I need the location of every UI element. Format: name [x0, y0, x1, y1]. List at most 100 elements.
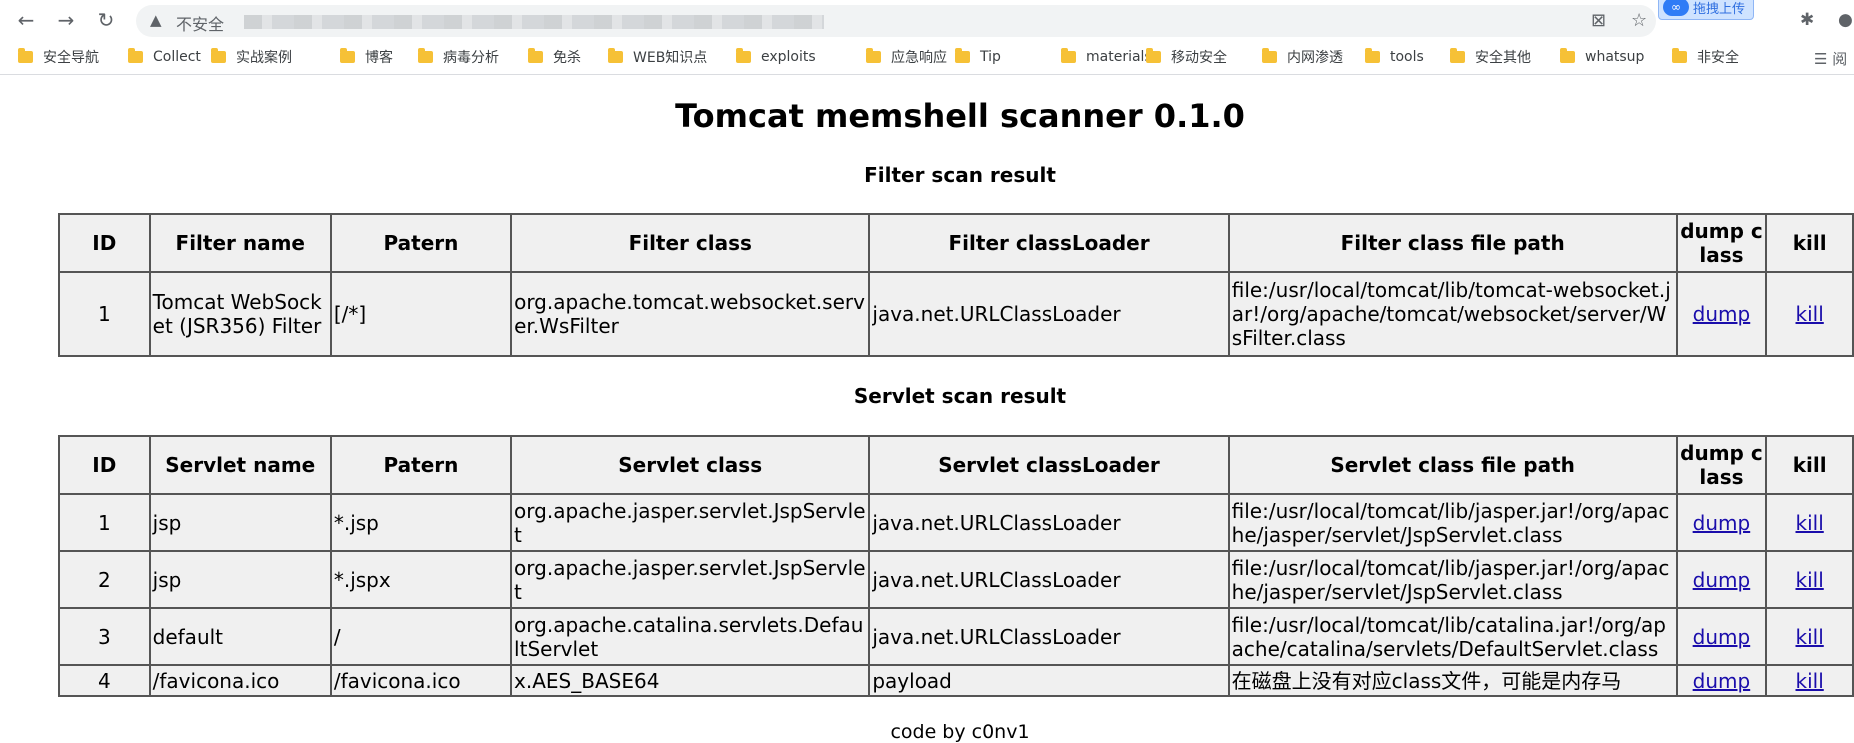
bookmark-item[interactable]: 实战案例 [211, 47, 292, 67]
cell-kill: kill [1765, 550, 1854, 609]
folder-icon [1061, 48, 1076, 63]
extensions-puzzle-icon[interactable]: ✱ [1800, 10, 1814, 30]
header-file-path: Servlet class file path [1227, 435, 1678, 495]
header-id: ID [58, 435, 151, 495]
cell-name: jsp [148, 550, 332, 609]
bookmark-label: Tip [980, 49, 1001, 65]
bookmark-item[interactable]: 病毒分析 [418, 47, 499, 67]
servlet-table: ID Servlet name Patern Servlet class Ser… [58, 435, 1854, 697]
bookmark-item[interactable]: 免杀 [528, 47, 581, 67]
back-icon[interactable]: ← [14, 8, 38, 32]
bookmark-item[interactable]: WEB知识点 [608, 47, 707, 67]
header-name: Servlet name [148, 435, 332, 495]
bookmark-label: 博客 [365, 50, 393, 66]
warning-icon: ▲ [150, 11, 162, 29]
dump-link[interactable]: dump [1693, 302, 1751, 326]
dump-link[interactable]: dump [1693, 669, 1751, 693]
table-header-row: ID Filter name Patern Filter class Filte… [58, 213, 1854, 273]
cell-class: org.apache.tomcat.websocket.server.WsFil… [510, 271, 871, 357]
table-row: 1 jsp *.jsp org.apache.jasper.servlet.JspSe… [58, 493, 1854, 552]
cell-pattern: /favicona.ico [329, 664, 513, 697]
header-kill: kill [1765, 435, 1854, 495]
dump-link[interactable]: dump [1693, 511, 1751, 535]
bookmark-item[interactable]: tools [1365, 47, 1424, 67]
cell-class: org.apache.catalina.servlets.DefaultServ… [510, 607, 871, 666]
folder-icon [736, 48, 751, 63]
cloud-icon: ∞ [1663, 0, 1689, 16]
cell-id: 2 [58, 550, 151, 609]
bookmark-star-icon[interactable]: ☆ [1631, 10, 1647, 31]
bookmark-label: exploits [761, 49, 816, 65]
cell-id: 3 [58, 607, 151, 666]
cell-classloader: java.net.URLClassLoader [868, 493, 1230, 552]
forward-icon[interactable]: → [54, 8, 78, 32]
folder-icon [211, 48, 226, 63]
cell-name: jsp [148, 493, 332, 552]
cell-file-path: file:/usr/local/tomcat/lib/jasper.jar!/o… [1227, 550, 1678, 609]
bookmark-item[interactable]: materials [1061, 47, 1152, 67]
header-pattern: Patern [329, 435, 513, 495]
bookmark-item[interactable]: 安全导航 [18, 47, 99, 67]
bookmark-item[interactable]: 安全其他 [1450, 47, 1531, 67]
cell-class: x.AES_BASE64 [510, 664, 871, 697]
page-title: Tomcat memshell scanner 0.1.0 [675, 97, 1245, 135]
bookmark-item[interactable]: exploits [736, 47, 816, 67]
bookmark-item[interactable]: 博客 [340, 47, 393, 67]
folder-icon [866, 48, 881, 63]
profile-icon[interactable]: ● [1838, 10, 1853, 30]
cell-dump: dump [1675, 550, 1768, 609]
folder-icon [18, 48, 33, 63]
header-dump: dump class [1675, 213, 1768, 273]
browser-toolbar: ← → ↻ ▲ 不安全 ⊠ ☆ ∞ 拖拽上传 ✱ ● [0, 0, 1854, 40]
bookmark-item[interactable]: 应急响应 [866, 47, 947, 67]
address-bar[interactable]: ▲ 不安全 ⊠ ☆ [136, 5, 1656, 37]
header-kill: kill [1765, 213, 1854, 273]
reading-list-icon[interactable]: ☰ 阅 [1814, 48, 1847, 69]
url-text [244, 15, 824, 29]
bookmark-label: 安全导航 [43, 50, 99, 66]
bookmark-item[interactable]: 非安全 [1672, 47, 1739, 67]
folder-icon [1560, 48, 1575, 63]
kill-link[interactable]: kill [1796, 511, 1824, 535]
folder-icon [128, 48, 143, 63]
folder-icon [1262, 48, 1277, 63]
cell-file-path: file:/usr/local/tomcat/lib/tomcat-websoc… [1227, 271, 1678, 357]
bookmark-label: 移动安全 [1171, 50, 1227, 66]
cell-kill: kill [1765, 271, 1854, 357]
cell-pattern: [/*] [329, 271, 513, 357]
folder-icon [1672, 48, 1687, 63]
upload-extension-badge[interactable]: ∞ 拖拽上传 [1658, 0, 1754, 20]
cell-name: /favicona.ico [148, 664, 332, 697]
header-classloader: Filter classLoader [868, 213, 1230, 273]
kill-link[interactable]: kill [1796, 669, 1824, 693]
cell-id: 4 [58, 664, 151, 697]
bookmark-item[interactable]: Collect [128, 47, 201, 67]
bookmark-item[interactable]: 内网渗透 [1262, 47, 1343, 67]
bookmark-item[interactable]: Tip [955, 47, 1001, 67]
bookmark-item[interactable]: 移动安全 [1146, 47, 1227, 67]
folder-icon [1450, 48, 1465, 63]
folder-icon [418, 48, 433, 63]
kill-link[interactable]: kill [1796, 568, 1824, 592]
bookmark-label: 内网渗透 [1287, 50, 1343, 66]
cell-pattern: / [329, 607, 513, 666]
kill-link[interactable]: kill [1796, 625, 1824, 649]
cell-file-path: 在磁盘上没有对应class文件，可能是内存马 [1227, 664, 1678, 697]
dump-link[interactable]: dump [1693, 625, 1751, 649]
folder-icon [340, 48, 355, 63]
bookmark-label: 安全其他 [1475, 50, 1531, 66]
translate-icon[interactable]: ⊠ [1591, 10, 1606, 31]
table-row: 1 Tomcat WebSocket (JSR356) Filter [/*] org… [58, 271, 1854, 357]
bookmark-item[interactable]: whatsup [1560, 47, 1644, 67]
header-file-path: Filter class file path [1227, 213, 1678, 273]
filter-section-heading: Filter scan result [864, 163, 1056, 187]
kill-link[interactable]: kill [1796, 302, 1824, 326]
cell-class: org.apache.jasper.servlet.JspServlet [510, 493, 871, 552]
header-class: Filter class [510, 213, 871, 273]
cell-classloader: java.net.URLClassLoader [868, 271, 1230, 357]
header-classloader: Servlet classLoader [868, 435, 1230, 495]
reload-icon[interactable]: ↻ [94, 8, 118, 32]
header-class: Servlet class [510, 435, 871, 495]
cell-class: org.apache.jasper.servlet.JspServlet [510, 550, 871, 609]
dump-link[interactable]: dump [1693, 568, 1751, 592]
